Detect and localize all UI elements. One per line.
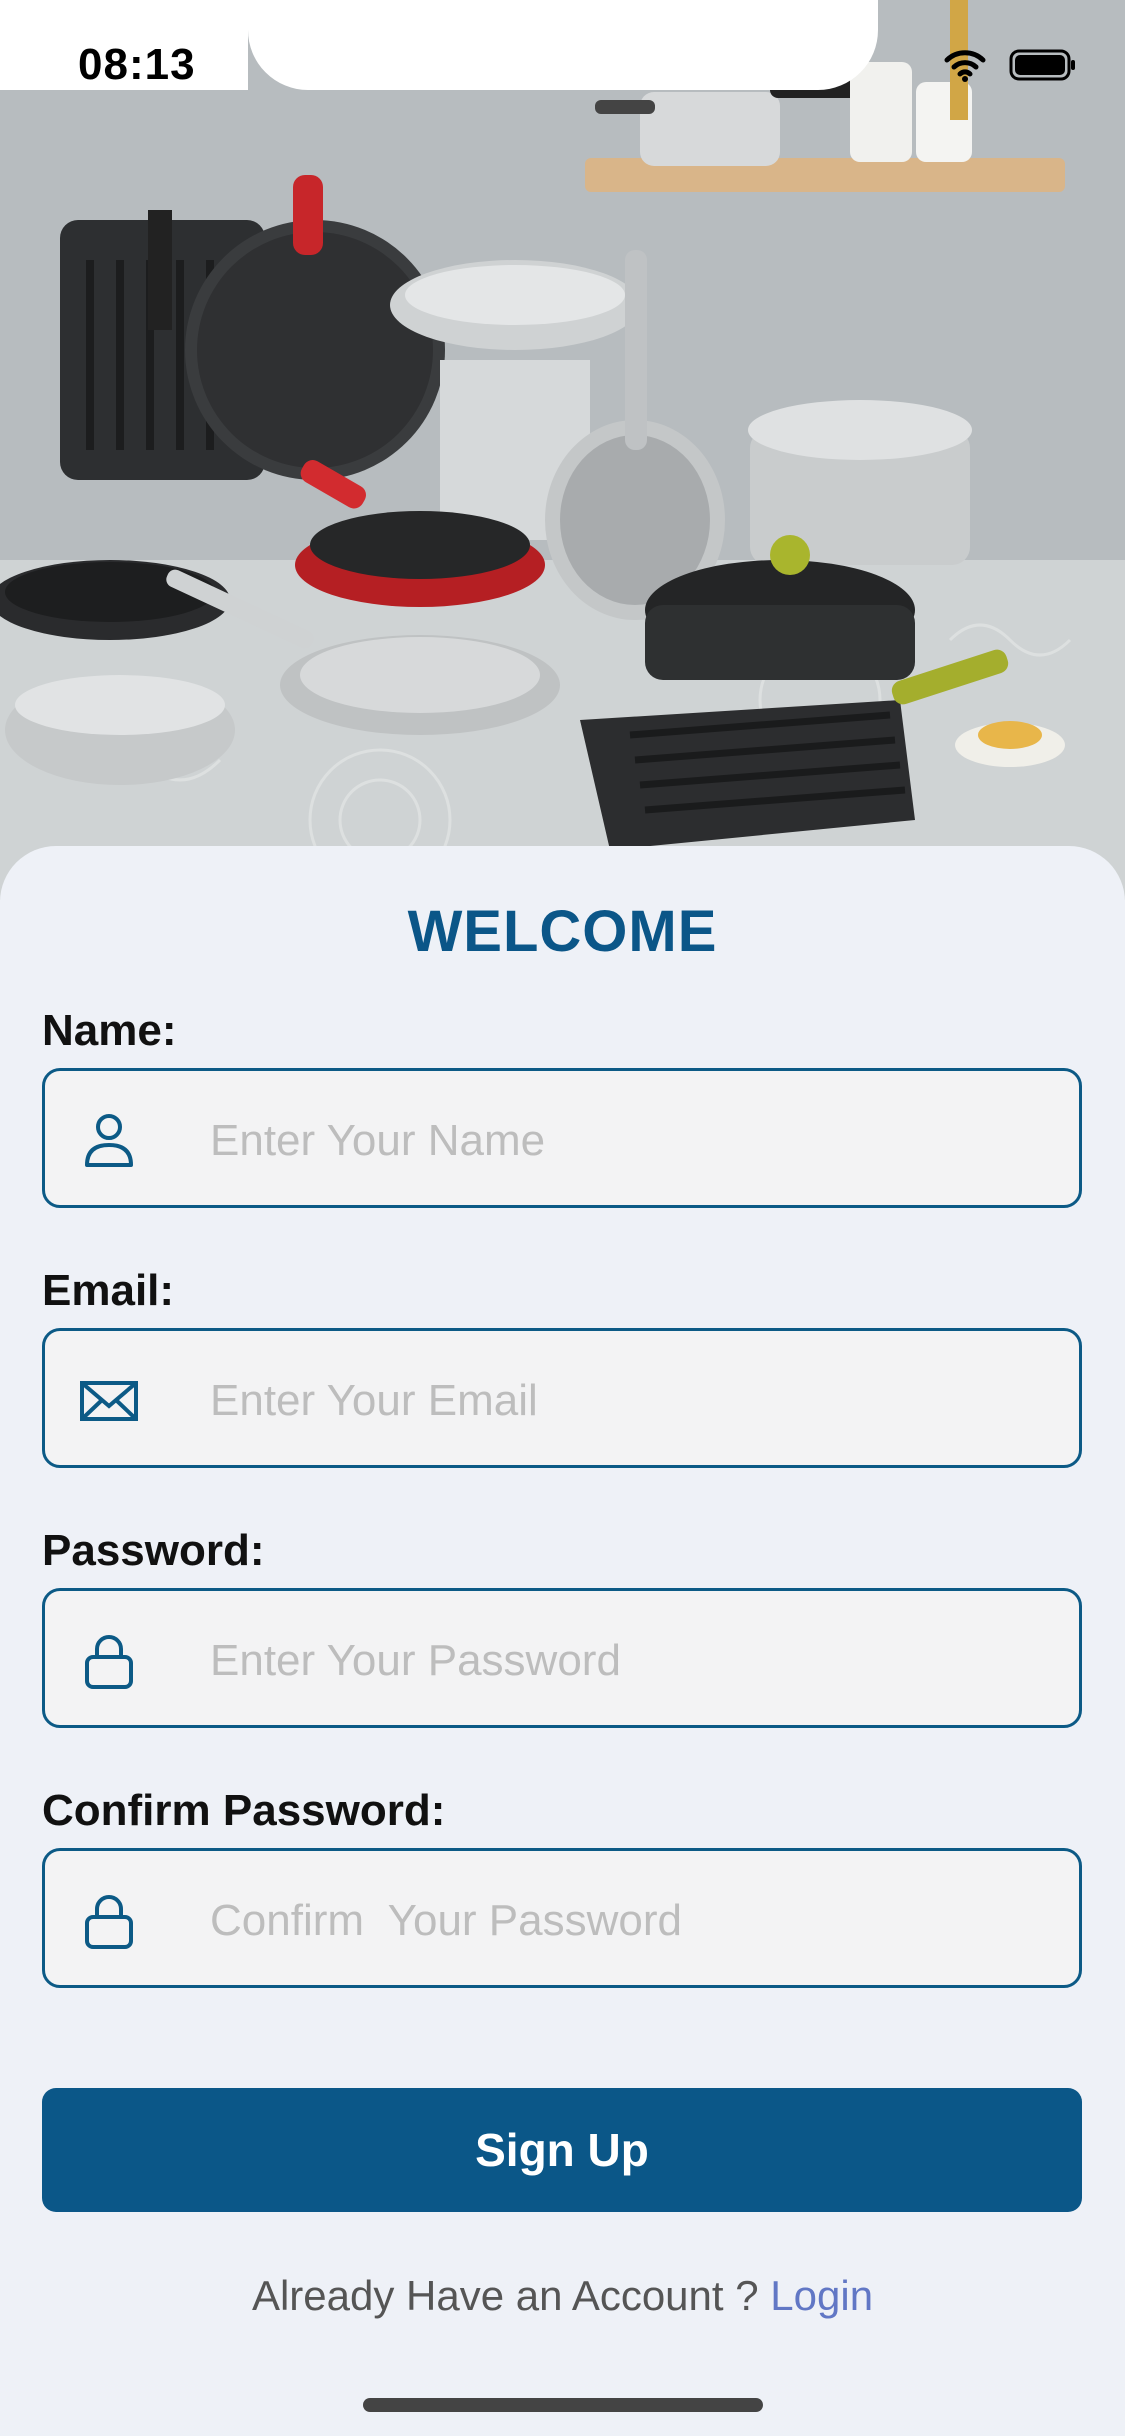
email-field[interactable] bbox=[42, 1328, 1082, 1468]
cookware-illustration bbox=[0, 0, 1125, 900]
password-label: Password: bbox=[42, 1526, 265, 1575]
password-input[interactable] bbox=[210, 1621, 1050, 1701]
hero-image-cookware bbox=[0, 0, 1125, 900]
confirm-password-label: Confirm Password: bbox=[42, 1786, 446, 1835]
name-field[interactable] bbox=[42, 1068, 1082, 1208]
envelope-icon bbox=[80, 1381, 138, 1421]
lock-icon bbox=[85, 1895, 133, 1949]
battery-icon bbox=[1009, 49, 1075, 81]
login-link[interactable]: Login bbox=[770, 2272, 873, 2319]
wifi-icon bbox=[944, 50, 986, 82]
status-icons bbox=[943, 48, 1077, 82]
login-prompt: Already Have an Account ? Login bbox=[0, 2272, 1125, 2320]
name-label: Name: bbox=[42, 1006, 177, 1055]
status-time: 08:13 bbox=[78, 40, 196, 89]
login-prompt-text: Already Have an Account ? bbox=[251, 2272, 771, 2319]
email-label: Email: bbox=[42, 1266, 175, 1315]
lock-icon bbox=[85, 1635, 133, 1689]
email-input[interactable] bbox=[210, 1361, 1050, 1441]
name-input[interactable] bbox=[210, 1101, 1050, 1181]
person-icon bbox=[85, 1114, 133, 1167]
confirm-password-input[interactable] bbox=[210, 1881, 1050, 1961]
password-field[interactable] bbox=[42, 1588, 1082, 1728]
device-notch bbox=[248, 0, 878, 90]
sign-up-button[interactable]: Sign Up bbox=[42, 2088, 1082, 2212]
page-title: WELCOME bbox=[407, 899, 718, 964]
home-indicator bbox=[363, 2398, 763, 2412]
signup-screen: 08:13 WELCOME Name: Email: bbox=[0, 0, 1125, 2436]
confirm-password-field[interactable] bbox=[42, 1848, 1082, 1988]
